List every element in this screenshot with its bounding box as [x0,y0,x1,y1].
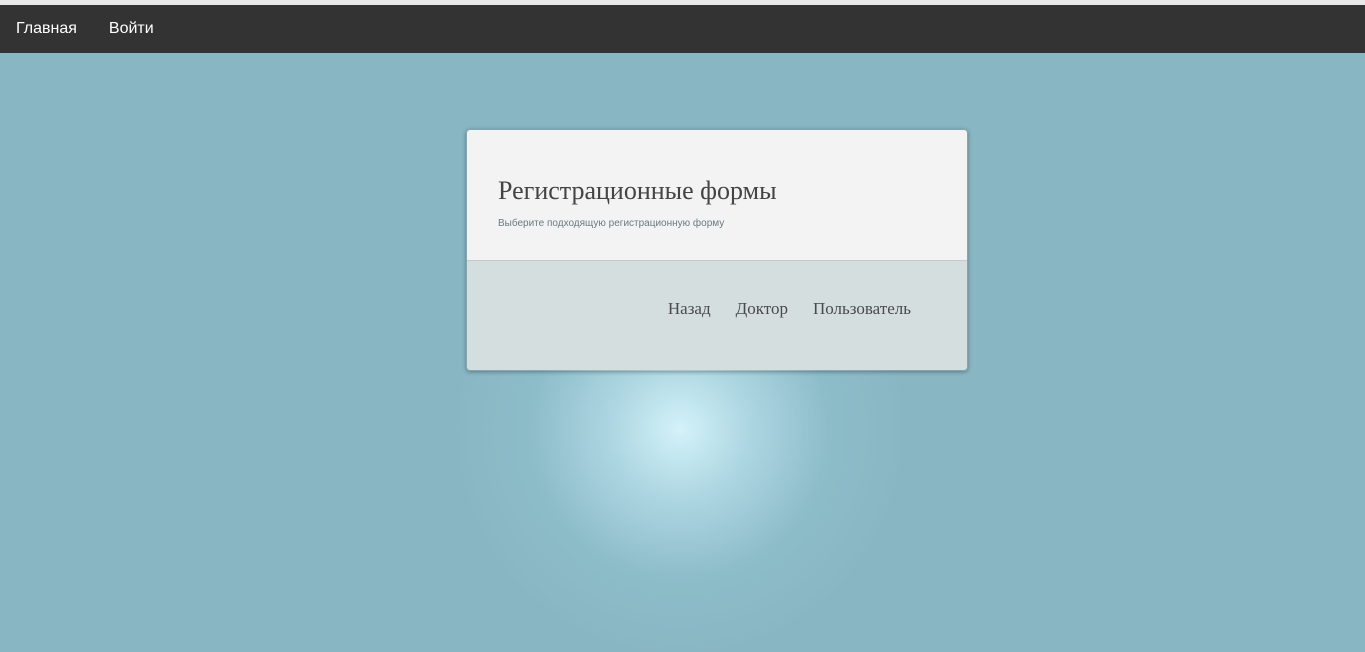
card-footer: Назад Доктор Пользователь [467,261,967,370]
user-link[interactable]: Пользователь [813,299,911,321]
doctor-link[interactable]: Доктор [736,299,788,321]
card-subtitle: Выберите подходящую регистрационную форм… [498,218,725,229]
nav-link-login[interactable]: Войти [109,20,154,38]
nav-link-home[interactable]: Главная [16,20,77,38]
card-header: Регистрационные формы Выберите подходящу… [467,130,967,261]
back-link[interactable]: Назад [668,299,711,321]
registration-card: Регистрационные формы Выберите подходящу… [466,129,968,371]
top-navbar: Главная Войти [0,5,1365,53]
card-title: Регистрационные формы [498,176,777,205]
